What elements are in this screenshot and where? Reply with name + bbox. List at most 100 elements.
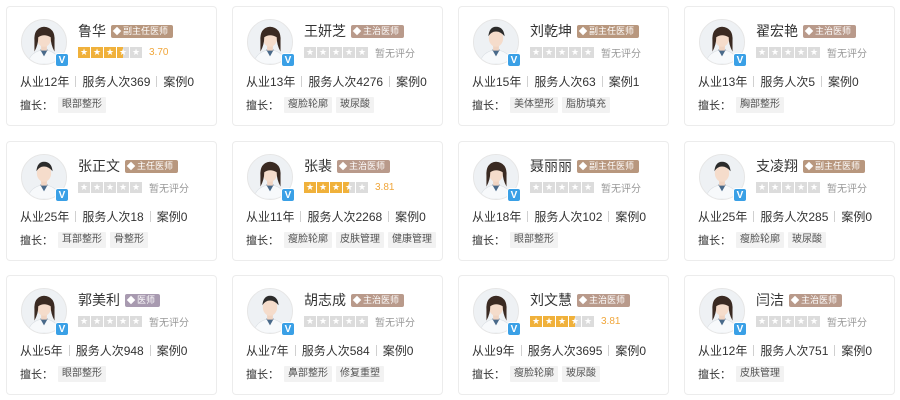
- skill-tag[interactable]: 瘦脸轮廓: [284, 97, 332, 113]
- doctor-avatar-wrap[interactable]: V: [473, 288, 521, 336]
- doctor-name[interactable]: 张裴: [304, 156, 332, 176]
- doctor-name[interactable]: 聂丽丽: [530, 156, 572, 176]
- rating-row: ★ ★ ★ ★ ★ 暂无评分: [756, 315, 867, 329]
- diamond-icon: [112, 26, 122, 36]
- doctor-card[interactable]: V 刘文慧 主治医师 ★ ★ ★ ★ ★ 3.81 从业9年 服务人次3695 案例0 擅长： 瘦脸轮廓玻…: [458, 275, 669, 395]
- skill-tag[interactable]: 玻尿酸: [788, 232, 826, 248]
- skills-label: 擅长：: [472, 100, 505, 112]
- doctor-title-badge: 主治医师: [351, 293, 405, 307]
- doctor-avatar-wrap[interactable]: V: [473, 19, 521, 67]
- skill-tag[interactable]: 玻尿酸: [336, 97, 374, 113]
- star-icon: ★: [304, 316, 316, 327]
- star-icon: ★: [556, 182, 568, 193]
- star-icon: ★: [782, 47, 794, 58]
- skill-tag[interactable]: 瘦脸轮廓: [510, 366, 558, 382]
- doctor-name[interactable]: 闫洁: [756, 290, 784, 310]
- stats-row: 从业12年 服务人次751 案例0: [698, 342, 872, 358]
- skill-tag[interactable]: 鼻部整形: [284, 366, 332, 382]
- divider: [520, 344, 522, 356]
- name-row: 翟宏艳 主治医师: [756, 21, 857, 41]
- star-icon: ★: [356, 47, 368, 58]
- doctor-name[interactable]: 刘文慧: [530, 290, 572, 310]
- case-count: 案例0: [841, 209, 873, 224]
- doctor-card[interactable]: V 翟宏艳 主治医师 ★ ★ ★ ★ ★ 暂无评分 从业13年 服务人次5 案例0 擅长： 胸部整形: [684, 6, 895, 126]
- star-icon: ★: [356, 316, 368, 327]
- case-count: 案例0: [615, 209, 647, 224]
- doctor-card[interactable]: V 张裴 主治医师 ★ ★ ★ ★ ★ 3.81 从业11年 服务人次2268 案例0 擅长： 瘦脸轮廓皮…: [232, 141, 443, 261]
- doctor-name[interactable]: 王妍芝: [304, 21, 346, 41]
- skill-tag[interactable]: 皮肤管理: [736, 366, 784, 382]
- doctor-avatar-wrap[interactable]: V: [21, 154, 69, 202]
- divider: [149, 344, 151, 356]
- doctor-card[interactable]: V 王妍芝 主治医师 ★ ★ ★ ★ ★ 暂无评分 从业13年 服务人次4276 案例0 擅长： 瘦脸轮廓…: [232, 6, 443, 126]
- star-icon: ★: [582, 316, 594, 327]
- doctor-name[interactable]: 鲁华: [78, 21, 106, 41]
- doctor-card[interactable]: V 郭美利 医师 ★ ★ ★ ★ ★ 暂无评分 从业5年 服务人次948 案例0 擅长： 眼部整形: [6, 275, 217, 395]
- rating-row: ★ ★ ★ ★ ★ 暂无评分: [530, 46, 641, 60]
- skills-label: 擅长：: [20, 235, 53, 247]
- doctor-title: 主治医师: [349, 160, 386, 171]
- diamond-icon: [790, 295, 800, 305]
- skill-tag[interactable]: 修复重塑: [336, 366, 384, 382]
- skill-tag[interactable]: 骨整形: [110, 232, 148, 248]
- doctor-card[interactable]: V 刘乾坤 副主任医师 ★ ★ ★ ★ ★ 暂无评分 从业15年 服务人次63 案例1 擅长： 美体塑形脂…: [458, 6, 669, 126]
- doctor-avatar-wrap[interactable]: V: [21, 19, 69, 67]
- case-count: 案例1: [608, 74, 640, 89]
- doctor-card[interactable]: V 鲁华 副主任医师 ★ ★ ★ ★ ★ 3.70 从业12年 服务人次369 案例0 擅长： 眼部整形: [6, 6, 217, 126]
- skill-tag[interactable]: 眼部整形: [510, 232, 558, 248]
- diamond-icon: [352, 26, 362, 36]
- skills-label: 擅长：: [246, 235, 279, 247]
- doctor-avatar-wrap[interactable]: V: [247, 288, 295, 336]
- skill-tag[interactable]: 脂肪填充: [562, 97, 610, 113]
- skill-tag[interactable]: 眼部整形: [58, 366, 106, 382]
- rating-score: 暂无评分: [827, 184, 867, 195]
- skills-row: 擅长： 眼部整形: [20, 96, 110, 114]
- star-icon: ★: [104, 47, 116, 58]
- doctor-avatar-wrap[interactable]: V: [473, 154, 521, 202]
- diamond-icon: [804, 26, 814, 36]
- skill-tag[interactable]: 美体塑形: [510, 97, 558, 113]
- doctor-card[interactable]: V 聂丽丽 副主任医师 ★ ★ ★ ★ ★ 暂无评分 从业18年 服务人次102 案例0 擅长： 眼部整形: [458, 141, 669, 261]
- divider: [834, 210, 836, 222]
- doctor-avatar-wrap[interactable]: V: [699, 288, 747, 336]
- doctor-avatar-wrap[interactable]: V: [699, 154, 747, 202]
- doctor-name[interactable]: 翟宏艳: [756, 21, 798, 41]
- doctor-avatar-wrap[interactable]: V: [247, 19, 295, 67]
- doctor-card[interactable]: V 胡志成 主治医师 ★ ★ ★ ★ ★ 暂无评分 从业7年 服务人次584 案例0 擅长： 鼻部整形 修复…: [232, 275, 443, 395]
- doctor-avatar-wrap[interactable]: V: [699, 19, 747, 67]
- skill-tag[interactable]: 皮肤管理: [336, 232, 384, 248]
- doctor-avatar-wrap[interactable]: V: [21, 288, 69, 336]
- skill-tag[interactable]: 眼部整形: [58, 97, 106, 113]
- skill-tag[interactable]: 耳部整形: [58, 232, 106, 248]
- divider: [301, 75, 303, 87]
- diamond-icon: [352, 295, 362, 305]
- skill-tag[interactable]: 健康管理: [388, 232, 436, 248]
- verified-icon: V: [281, 53, 295, 67]
- case-count: 案例0: [382, 343, 414, 358]
- skill-tag[interactable]: 胸部整形: [736, 97, 784, 113]
- doctor-title: 主治医师: [363, 25, 400, 36]
- name-row: 鲁华 副主任医师: [78, 21, 174, 41]
- diamond-icon: [578, 26, 588, 36]
- skill-tag[interactable]: 玻尿酸: [562, 366, 600, 382]
- practice-years: 从业13年: [246, 74, 296, 89]
- doctor-name[interactable]: 胡志成: [304, 290, 346, 310]
- doctor-avatar-wrap[interactable]: V: [247, 154, 295, 202]
- star-icon: ★: [317, 47, 329, 58]
- doctor-card[interactable]: V 闫洁 主治医师 ★ ★ ★ ★ ★ 暂无评分 从业12年 服务人次751 案例0 擅长： 皮肤管理: [684, 275, 895, 395]
- skills-row: 擅长： 眼部整形: [472, 231, 562, 249]
- star-icon: ★: [343, 316, 355, 327]
- doctor-card[interactable]: V 支凌翔 副主任医师 ★ ★ ★ ★ ★ 暂无评分 从业25年 服务人次285 案例0 擅长： 瘦脸轮廓…: [684, 141, 895, 261]
- doctor-name[interactable]: 支凌翔: [756, 156, 798, 176]
- doctor-name[interactable]: 郭美利: [78, 290, 120, 310]
- case-count: 案例0: [828, 74, 859, 89]
- doctor-name[interactable]: 刘乾坤: [530, 21, 572, 41]
- divider: [834, 344, 836, 356]
- doctor-card[interactable]: V 张正文 主任医师 ★ ★ ★ ★ ★ 暂无评分 从业25年 服务人次18 案例0 擅长： 耳部整形 骨整…: [6, 141, 217, 261]
- star-icon: ★: [356, 182, 368, 193]
- doctor-name[interactable]: 张正文: [78, 156, 120, 176]
- star-icon: ★: [808, 47, 820, 58]
- skills-row: 擅长： 瘦脸轮廓 皮肤管理 健康管理: [246, 231, 440, 249]
- skill-tag[interactable]: 瘦脸轮廓: [736, 232, 784, 248]
- skill-tag[interactable]: 瘦脸轮廓: [284, 232, 332, 248]
